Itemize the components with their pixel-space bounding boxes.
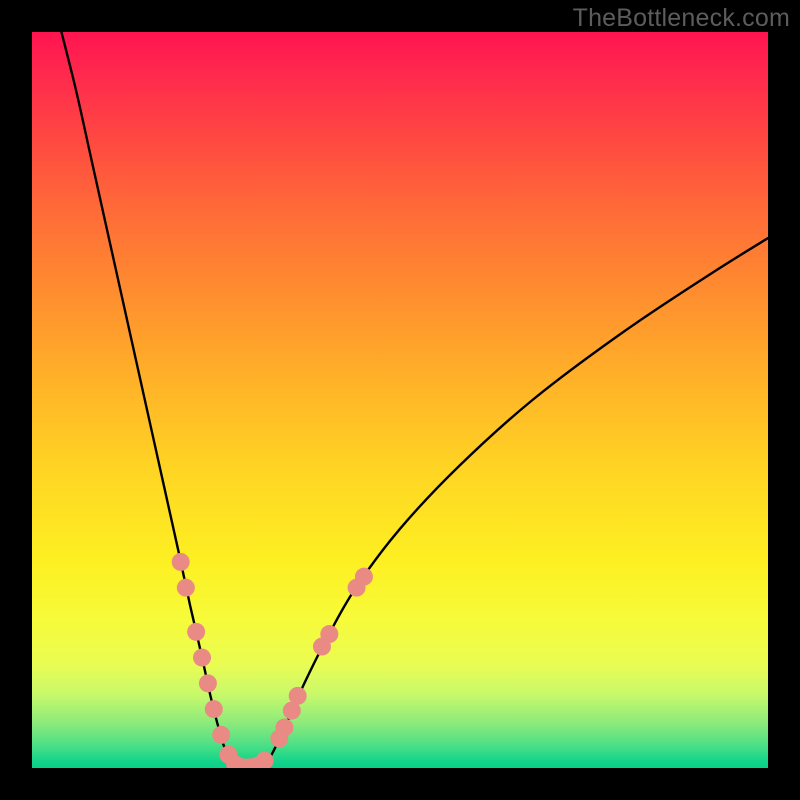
chart-frame: TheBottleneck.com (0, 0, 800, 800)
data-point (199, 674, 217, 692)
plot-area (32, 32, 768, 768)
chart-svg (32, 32, 768, 768)
data-point (289, 687, 307, 705)
data-point (320, 625, 338, 643)
data-point (172, 553, 190, 571)
data-point (193, 649, 211, 667)
data-point (187, 623, 205, 641)
watermark-label: TheBottleneck.com (573, 4, 790, 33)
data-point (212, 726, 230, 744)
marker-layer (172, 553, 373, 768)
data-point (355, 568, 373, 586)
bottleneck-curve (61, 32, 768, 768)
data-point (177, 579, 195, 597)
data-point (275, 719, 293, 737)
data-point (205, 700, 223, 718)
curve-layer (61, 32, 768, 768)
